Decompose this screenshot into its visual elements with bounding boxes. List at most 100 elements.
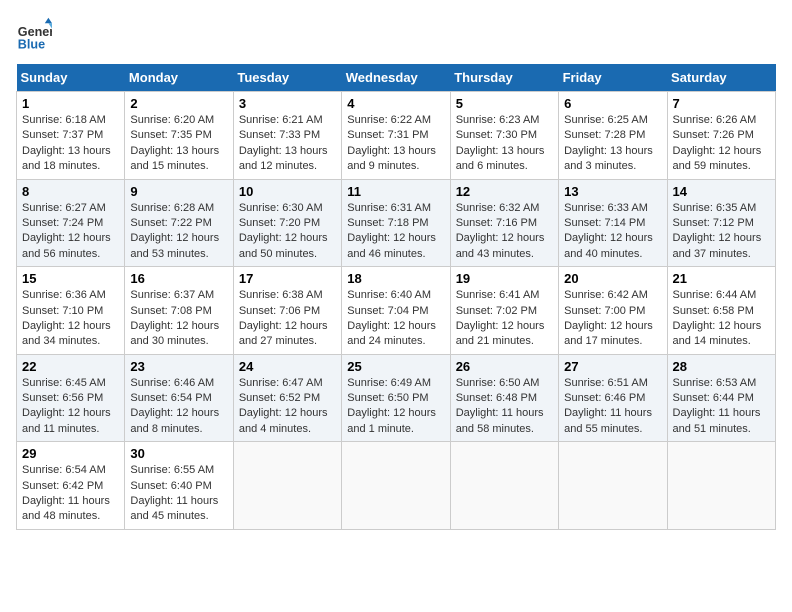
day-number: 27: [564, 359, 661, 374]
day-detail: Sunrise: 6:22 AMSunset: 7:31 PMDaylight:…: [347, 113, 444, 175]
day-number: 14: [673, 184, 770, 199]
day-number: 9: [130, 184, 227, 199]
day-number: 19: [456, 271, 553, 286]
day-number: 23: [130, 359, 227, 374]
calendar-cell: 9 Sunrise: 6:28 AMSunset: 7:22 PMDaylight…: [125, 179, 233, 267]
day-detail: Sunrise: 6:32 AMSunset: 7:16 PMDaylight:…: [456, 201, 553, 263]
day-detail: Sunrise: 6:20 AMSunset: 7:35 PMDaylight:…: [130, 113, 227, 175]
calendar-week-2: 8 Sunrise: 6:27 AMSunset: 7:24 PMDaylight…: [17, 179, 776, 267]
day-detail: Sunrise: 6:26 AMSunset: 7:26 PMDaylight:…: [673, 113, 770, 175]
day-number: 25: [347, 359, 444, 374]
svg-text:Blue: Blue: [18, 37, 45, 51]
day-detail: Sunrise: 6:23 AMSunset: 7:30 PMDaylight:…: [456, 113, 553, 175]
day-number: 8: [22, 184, 119, 199]
column-header-thursday: Thursday: [450, 64, 558, 92]
calendar-cell: 4 Sunrise: 6:22 AMSunset: 7:31 PMDaylight…: [342, 92, 450, 180]
day-detail: Sunrise: 6:21 AMSunset: 7:33 PMDaylight:…: [239, 113, 336, 175]
calendar-cell: 18 Sunrise: 6:40 AMSunset: 7:04 PMDayligh…: [342, 267, 450, 355]
calendar-cell: [450, 442, 558, 530]
calendar-cell: 22Sunrise: 6:45 AMSunset: 6:56 PMDayligh…: [17, 354, 125, 442]
day-detail: Sunrise: 6:45 AMSunset: 6:56 PMDaylight:…: [22, 376, 119, 438]
day-detail: Sunrise: 6:54 AMSunset: 6:42 PMDaylight:…: [22, 463, 119, 525]
logo-icon: General Blue: [16, 16, 52, 52]
day-detail: Sunrise: 6:49 AMSunset: 6:50 PMDaylight:…: [347, 376, 444, 438]
day-detail: Sunrise: 6:40 AMSunset: 7:04 PMDaylight:…: [347, 288, 444, 350]
day-number: 18: [347, 271, 444, 286]
calendar-week-1: 1Sunrise: 6:18 AMSunset: 7:37 PMDaylight…: [17, 92, 776, 180]
day-number: 29: [22, 446, 119, 461]
day-detail: Sunrise: 6:42 AMSunset: 7:00 PMDaylight:…: [564, 288, 661, 350]
calendar-table: SundayMondayTuesdayWednesdayThursdayFrid…: [16, 64, 776, 530]
day-number: 30: [130, 446, 227, 461]
day-detail: Sunrise: 6:41 AMSunset: 7:02 PMDaylight:…: [456, 288, 553, 350]
calendar-week-5: 29 Sunrise: 6:54 AMSunset: 6:42 PMDayligh…: [17, 442, 776, 530]
day-number: 1: [22, 96, 119, 111]
day-detail: Sunrise: 6:33 AMSunset: 7:14 PMDaylight:…: [564, 201, 661, 263]
day-number: 26: [456, 359, 553, 374]
calendar-cell: 10 Sunrise: 6:30 AMSunset: 7:20 PMDayligh…: [233, 179, 341, 267]
logo: General Blue: [16, 16, 52, 52]
column-header-sunday: Sunday: [17, 64, 125, 92]
calendar-cell: 3 Sunrise: 6:21 AMSunset: 7:33 PMDaylight…: [233, 92, 341, 180]
day-number: 5: [456, 96, 553, 111]
day-number: 15: [22, 271, 119, 286]
calendar-cell: 29 Sunrise: 6:54 AMSunset: 6:42 PMDayligh…: [17, 442, 125, 530]
calendar-cell: 7 Sunrise: 6:26 AMSunset: 7:26 PMDaylight…: [667, 92, 775, 180]
day-number: 24: [239, 359, 336, 374]
day-number: 17: [239, 271, 336, 286]
day-number: 10: [239, 184, 336, 199]
calendar-cell: 12 Sunrise: 6:32 AMSunset: 7:16 PMDayligh…: [450, 179, 558, 267]
calendar-cell: [342, 442, 450, 530]
calendar-cell: 25 Sunrise: 6:49 AMSunset: 6:50 PMDayligh…: [342, 354, 450, 442]
day-number: 28: [673, 359, 770, 374]
day-detail: Sunrise: 6:35 AMSunset: 7:12 PMDaylight:…: [673, 201, 770, 263]
day-number: 13: [564, 184, 661, 199]
page-header: General Blue: [16, 16, 776, 52]
calendar-cell: 5 Sunrise: 6:23 AMSunset: 7:30 PMDaylight…: [450, 92, 558, 180]
day-detail: Sunrise: 6:47 AMSunset: 6:52 PMDaylight:…: [239, 376, 336, 438]
calendar-cell: 16 Sunrise: 6:37 AMSunset: 7:08 PMDayligh…: [125, 267, 233, 355]
day-number: 6: [564, 96, 661, 111]
day-detail: Sunrise: 6:30 AMSunset: 7:20 PMDaylight:…: [239, 201, 336, 263]
calendar-week-3: 15 Sunrise: 6:36 AMSunset: 7:10 PMDayligh…: [17, 267, 776, 355]
day-number: 4: [347, 96, 444, 111]
calendar-cell: [667, 442, 775, 530]
day-number: 20: [564, 271, 661, 286]
calendar-cell: 6 Sunrise: 6:25 AMSunset: 7:28 PMDaylight…: [559, 92, 667, 180]
calendar-cell: 14 Sunrise: 6:35 AMSunset: 7:12 PMDayligh…: [667, 179, 775, 267]
day-detail: Sunrise: 6:53 AMSunset: 6:44 PMDaylight:…: [673, 376, 770, 438]
calendar-cell: [559, 442, 667, 530]
calendar-cell: 1Sunrise: 6:18 AMSunset: 7:37 PMDaylight…: [17, 92, 125, 180]
day-detail: Sunrise: 6:37 AMSunset: 7:08 PMDaylight:…: [130, 288, 227, 350]
day-number: 2: [130, 96, 227, 111]
column-header-saturday: Saturday: [667, 64, 775, 92]
day-detail: Sunrise: 6:36 AMSunset: 7:10 PMDaylight:…: [22, 288, 119, 350]
day-number: 7: [673, 96, 770, 111]
column-header-wednesday: Wednesday: [342, 64, 450, 92]
day-detail: Sunrise: 6:55 AMSunset: 6:40 PMDaylight:…: [130, 463, 227, 525]
day-detail: Sunrise: 6:44 AMSunset: 6:58 PMDaylight:…: [673, 288, 770, 350]
day-detail: Sunrise: 6:31 AMSunset: 7:18 PMDaylight:…: [347, 201, 444, 263]
calendar-cell: 11 Sunrise: 6:31 AMSunset: 7:18 PMDayligh…: [342, 179, 450, 267]
calendar-cell: 30 Sunrise: 6:55 AMSunset: 6:40 PMDayligh…: [125, 442, 233, 530]
column-header-monday: Monday: [125, 64, 233, 92]
day-number: 11: [347, 184, 444, 199]
calendar-cell: 27Sunrise: 6:51 AMSunset: 6:46 PMDayligh…: [559, 354, 667, 442]
calendar-cell: [233, 442, 341, 530]
calendar-cell: 28 Sunrise: 6:53 AMSunset: 6:44 PMDayligh…: [667, 354, 775, 442]
calendar-cell: 20 Sunrise: 6:42 AMSunset: 7:00 PMDayligh…: [559, 267, 667, 355]
column-header-tuesday: Tuesday: [233, 64, 341, 92]
calendar-cell: 19 Sunrise: 6:41 AMSunset: 7:02 PMDayligh…: [450, 267, 558, 355]
day-number: 12: [456, 184, 553, 199]
calendar-cell: 2 Sunrise: 6:20 AMSunset: 7:35 PMDaylight…: [125, 92, 233, 180]
day-detail: Sunrise: 6:28 AMSunset: 7:22 PMDaylight:…: [130, 201, 227, 263]
day-number: 3: [239, 96, 336, 111]
calendar-cell: 26Sunrise: 6:50 AMSunset: 6:48 PMDayligh…: [450, 354, 558, 442]
day-number: 21: [673, 271, 770, 286]
day-detail: Sunrise: 6:25 AMSunset: 7:28 PMDaylight:…: [564, 113, 661, 175]
calendar-cell: 17 Sunrise: 6:38 AMSunset: 7:06 PMDayligh…: [233, 267, 341, 355]
day-detail: Sunrise: 6:38 AMSunset: 7:06 PMDaylight:…: [239, 288, 336, 350]
day-number: 16: [130, 271, 227, 286]
day-detail: Sunrise: 6:27 AMSunset: 7:24 PMDaylight:…: [22, 201, 119, 263]
calendar-cell: 21 Sunrise: 6:44 AMSunset: 6:58 PMDayligh…: [667, 267, 775, 355]
